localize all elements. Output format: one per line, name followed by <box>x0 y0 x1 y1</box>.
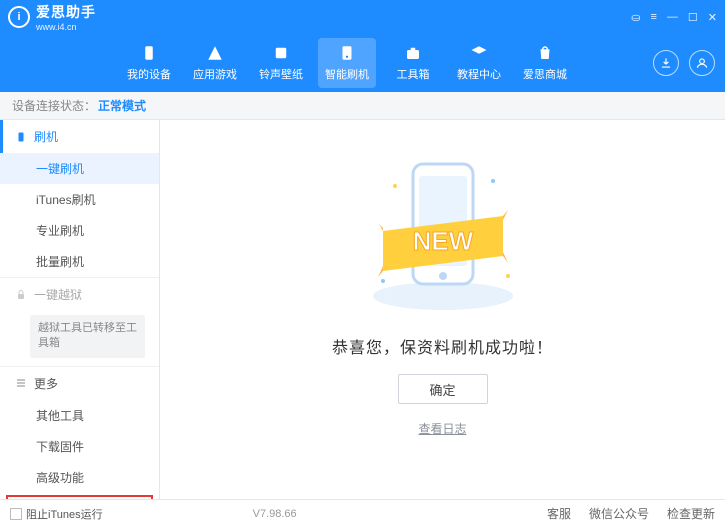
footer-link-support[interactable]: 客服 <box>547 505 571 522</box>
top-nav: 我的设备 应用游戏 铃声壁纸 智能刷机 工具箱 教程中心 爱思商城 <box>0 34 725 92</box>
store-icon <box>536 44 554 62</box>
success-illustration: NEW <box>343 146 543 316</box>
nav-label: 工具箱 <box>397 66 430 82</box>
nav-tab-tutorial[interactable]: 教程中心 <box>450 38 508 88</box>
phone-icon <box>14 130 28 144</box>
footer-link-wechat[interactable]: 微信公众号 <box>589 505 649 522</box>
content: 刷机 一键刷机 iTunes刷机 专业刷机 批量刷机 一键越狱 越狱工具已转移至… <box>0 120 725 499</box>
app-name: 爱思助手 <box>36 2 96 22</box>
device-icon <box>140 44 158 62</box>
app-logo: i 爱思助手 www.i4.cn <box>8 2 96 32</box>
titlebar: i 爱思助手 www.i4.cn ⛀ ≡ — ☐ ✕ <box>0 0 725 34</box>
download-button[interactable] <box>653 50 679 76</box>
nav-tab-toolbox[interactable]: 工具箱 <box>384 38 442 88</box>
close-button[interactable]: ✕ <box>708 11 717 24</box>
sidebar-item-other-tools[interactable]: 其他工具 <box>0 400 159 431</box>
sidebar-item-pro-flash[interactable]: 专业刷机 <box>0 215 159 246</box>
status-bar: 设备连接状态： 正常模式 <box>0 92 725 120</box>
footer-link-update[interactable]: 检查更新 <box>667 505 715 522</box>
nav-label: 智能刷机 <box>325 66 369 82</box>
sidebar-group-flash[interactable]: 刷机 <box>0 120 159 153</box>
checkbox-label: 阻止iTunes运行 <box>26 506 103 522</box>
nav-tab-apps[interactable]: 应用游戏 <box>186 38 244 88</box>
sidebar-group-title: 刷机 <box>34 128 58 145</box>
minimize-button[interactable]: — <box>667 11 678 24</box>
topnav-right <box>653 50 715 76</box>
sidebar-item-advanced[interactable]: 高级功能 <box>0 462 159 493</box>
sidebar-item-download-firmware[interactable]: 下载固件 <box>0 431 159 462</box>
sidebar: 刷机 一键刷机 iTunes刷机 专业刷机 批量刷机 一键越狱 越狱工具已转移至… <box>0 120 160 499</box>
flash-icon <box>338 44 356 62</box>
list-icon <box>14 376 28 390</box>
nav-tab-device[interactable]: 我的设备 <box>120 38 178 88</box>
nav-tabs: 我的设备 应用游戏 铃声壁纸 智能刷机 工具箱 教程中心 爱思商城 <box>120 38 574 88</box>
nav-label: 我的设备 <box>127 66 171 82</box>
nav-tab-ringtone[interactable]: 铃声壁纸 <box>252 38 310 88</box>
sidebar-jailbreak-note: 越狱工具已转移至工具箱 <box>30 315 145 358</box>
cart-icon[interactable]: ⛀ <box>631 11 640 24</box>
footer: 阻止iTunes运行 V7.98.66 客服 微信公众号 检查更新 <box>0 499 725 527</box>
apps-icon <box>206 44 224 62</box>
options-highlight-box: 自动激活 跳过向导 <box>6 495 153 499</box>
sidebar-item-batch-flash[interactable]: 批量刷机 <box>0 246 159 277</box>
nav-label: 铃声壁纸 <box>259 66 303 82</box>
tutorial-icon <box>470 44 488 62</box>
status-label: 设备连接状态： <box>12 97 96 114</box>
lock-icon <box>14 288 28 302</box>
success-message: 恭喜您，保资料刷机成功啦！ <box>332 334 553 358</box>
block-itunes-checkbox[interactable]: 阻止iTunes运行 <box>10 506 103 522</box>
new-badge-text: NEW <box>412 226 473 256</box>
sidebar-item-itunes-flash[interactable]: iTunes刷机 <box>0 184 159 215</box>
nav-tab-store[interactable]: 爱思商城 <box>516 38 574 88</box>
nav-label: 应用游戏 <box>193 66 237 82</box>
nav-label: 爱思商城 <box>523 66 567 82</box>
nav-label: 教程中心 <box>457 66 501 82</box>
view-log-link[interactable]: 查看日志 <box>418 420 466 437</box>
ok-button[interactable]: 确定 <box>398 374 488 404</box>
menu-icon[interactable]: ≡ <box>650 11 656 24</box>
ringtone-icon <box>272 44 290 62</box>
sidebar-item-onekey-flash[interactable]: 一键刷机 <box>0 153 159 184</box>
sidebar-group-more[interactable]: 更多 <box>0 367 159 400</box>
maximize-button[interactable]: ☐ <box>688 11 698 24</box>
logo-icon: i <box>8 6 30 28</box>
main-panel: NEW 恭喜您，保资料刷机成功啦！ 确定 查看日志 <box>160 120 725 499</box>
site-url: www.i4.cn <box>36 22 96 32</box>
sidebar-group-jailbreak: 一键越狱 <box>0 278 159 311</box>
version-label: V7.98.66 <box>253 508 297 520</box>
nav-tab-flash[interactable]: 智能刷机 <box>318 38 376 88</box>
window-controls: ⛀ ≡ — ☐ ✕ <box>631 11 717 24</box>
status-value: 正常模式 <box>98 97 146 114</box>
user-button[interactable] <box>689 50 715 76</box>
sidebar-group-title: 更多 <box>34 375 58 392</box>
toolbox-icon <box>404 44 422 62</box>
sidebar-group-title: 一键越狱 <box>34 286 82 303</box>
